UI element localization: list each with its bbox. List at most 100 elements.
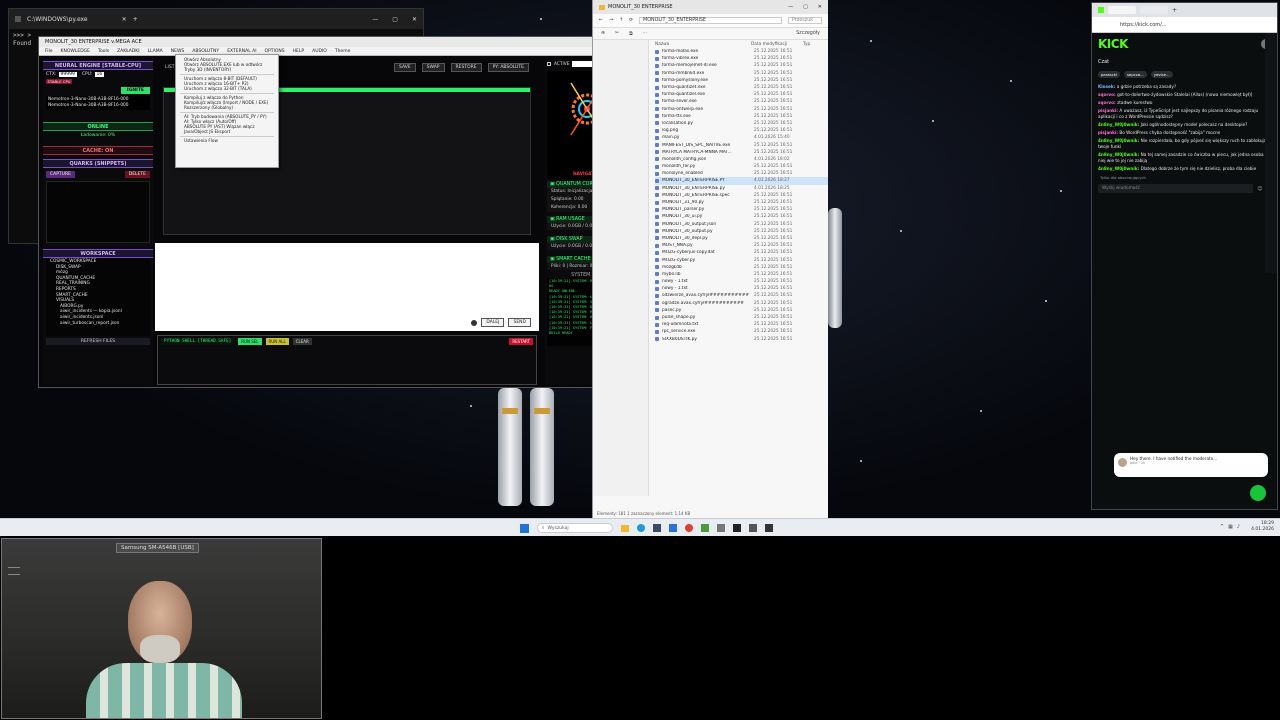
forward-icon[interactable]: → xyxy=(609,18,613,23)
workspace-tree[interactable]: COSMIC_WORKSPACE DISK_SWAP mózg QUANTUM_CAC… xyxy=(46,258,150,336)
volume-icon[interactable]: ♪ xyxy=(1237,524,1240,530)
maximize-icon[interactable]: ▢ xyxy=(803,4,808,10)
menu-item[interactable]: LLAMA xyxy=(148,49,163,54)
file-row[interactable]: req-ułamnota.txt 25.12.2025 16:51 xyxy=(655,321,828,328)
menu-item[interactable]: OPTIONS xyxy=(265,49,285,54)
file-row[interactable]: mózgŁdb 25.12.2025 16:51 xyxy=(655,264,828,271)
file-row[interactable]: MONOLIT_30_ENTERPRISE.spec 25.12.2025 16:… xyxy=(655,192,828,199)
monolit-app-window[interactable]: MONOLIT_30 ENTERPRISE v.MEGA ACE — ▢ ✕ F… xyxy=(38,36,634,388)
menu-item[interactable]: KNOWLEDGE xyxy=(61,49,90,54)
file-list[interactable]: forma-mołas.exe 25.12.2025 16:51 forma-vib… xyxy=(655,48,828,343)
minimize-icon[interactable]: — xyxy=(788,4,793,10)
file-row[interactable]: forma-memojemet-dl.exe 25.12.2025 16:51 xyxy=(655,62,828,69)
close-icon[interactable]: ✕ xyxy=(818,4,822,10)
send-button[interactable]: SEND xyxy=(508,318,531,327)
col-name[interactable]: Nazwa xyxy=(655,42,751,47)
python-shell[interactable]: PYTHON SHELL [THREAD SAFE] RUN SEL RUN A… xyxy=(157,335,537,385)
address-bar[interactable]: MONOLIT_30_ENTERPRISE xyxy=(639,17,782,24)
app-titlebar[interactable]: MONOLIT_30 ENTERPRISE v.MEGA ACE — ▢ ✕ xyxy=(39,37,633,47)
more-icon[interactable]: ⋯ xyxy=(643,31,648,36)
menu-item[interactable]: HELP xyxy=(293,49,304,54)
model-list[interactable]: Nemotron-3-Nano-30B-A3B-8F16-000 Nemotro… xyxy=(46,96,150,110)
copy-icon[interactable]: ⧉ xyxy=(629,31,632,37)
minimize-icon[interactable]: — xyxy=(372,16,378,23)
chat-message[interactable]: sqorvo: got-to-dolertwo-żydowskie Stalel… xyxy=(1092,91,1277,99)
chat-message[interactable]: pisjanki: Bo WordPress chyba dostępność … xyxy=(1092,129,1277,137)
new-icon[interactable]: ⊕ xyxy=(601,31,605,36)
file-row[interactable]: MONOLIT_31_90.py 25.12.2025 16:51 xyxy=(655,199,828,206)
file-row[interactable]: MONOLIT_30_ENTERPRISE.py 4.01.2026 18:25 xyxy=(655,185,828,192)
address-bar[interactable]: https://kick.com/... xyxy=(1092,17,1277,33)
chrome-taskbar-icon[interactable] xyxy=(685,524,693,532)
store-taskbar-icon[interactable] xyxy=(653,524,661,532)
file-row[interactable]: forma-mmbnkd.exe 25.12.2025 16:51 xyxy=(655,70,828,77)
file-row[interactable]: odzwierze_avax.cyfrył########### 25.12.20… xyxy=(655,292,828,299)
file-row[interactable]: MONOLIT_30_output.py 25.12.2025 16:51 xyxy=(655,228,828,235)
restore-button[interactable]: RESTORE xyxy=(450,62,482,72)
capture-button[interactable]: CAPTURE xyxy=(46,171,75,178)
file-row[interactable]: main.py 4.01.2026 15:40 xyxy=(655,134,828,141)
explorer-titlebar[interactable]: MONOLIT_30 ENTERPRISE — ▢ ✕ xyxy=(593,0,828,14)
menu-item[interactable]: Tools xyxy=(98,49,109,54)
file-row[interactable]: forma-ontwerp.exe 25.12.2025 16:51 xyxy=(655,106,828,113)
file-row[interactable]: forma-mołas.exe 25.12.2025 16:51 xyxy=(655,48,828,55)
input-area[interactable]: DALEJ SEND xyxy=(155,243,539,331)
run-sel-button[interactable]: RUN SEL xyxy=(238,338,262,345)
gifter-pill[interactable]: yevise... xyxy=(1150,70,1173,78)
py-absolute-button[interactable]: PY: ABSOLUTE xyxy=(487,62,529,72)
view-details-button[interactable]: Szczegóły xyxy=(796,31,820,36)
browser-window[interactable]: + https://kick.com/... KICK Czat ⋮ paras… xyxy=(1091,2,1278,510)
file-row[interactable]: localisation.py 25.12.2025 16:51 xyxy=(655,120,828,127)
menu-item[interactable]: Theme xyxy=(335,49,351,54)
menu-item[interactable]: File xyxy=(45,49,53,54)
terminal-titlebar[interactable]: C:\WINDOWS\py.exe ✕ + — ▢ ✕ xyxy=(9,9,423,29)
file-explorer-window[interactable]: MONOLIT_30 ENTERPRISE — ▢ ✕ ← → ↑ ⟳ MONO… xyxy=(592,0,828,518)
chat-username[interactable]: 4n8ny_W0j0wnik: xyxy=(1098,152,1139,157)
file-row[interactable]: forma-tts.exe 25.12.2025 16:51 xyxy=(655,113,828,120)
app-taskbar-icon[interactable] xyxy=(749,524,757,532)
clock-date[interactable]: 4.01.2026 xyxy=(1251,527,1274,533)
chat-username[interactable]: sqorvo: xyxy=(1098,92,1116,97)
absolutny-dropdown-menu[interactable]: Otwórz Absolutny Otwórz ABSOLUTE.EXE lub … xyxy=(175,54,279,168)
file-row[interactable]: mybo.lib 25.12.2025 16:51 xyxy=(655,271,828,278)
run-all-button[interactable]: RUN ALL xyxy=(265,338,289,345)
maximize-icon[interactable]: ▢ xyxy=(392,16,398,23)
file-row[interactable]: forma-sever.exe 25.12.2025 16:51 xyxy=(655,98,828,105)
menu-item[interactable]: NEWS xyxy=(171,49,185,54)
cpu-input[interactable]: 16 xyxy=(94,72,105,77)
file-row[interactable]: ogradze.avax.cyfrył########### 25.12.2025… xyxy=(655,300,828,307)
menu-item[interactable]: AUDIO xyxy=(312,49,327,54)
kick-logo[interactable]: KICK xyxy=(1098,37,1128,51)
file-row[interactable]: MONOLIT_parser.py 25.12.2025 16:51 xyxy=(655,206,828,213)
close-tab-icon[interactable]: ✕ xyxy=(122,16,127,23)
app-taskbar-icon[interactable] xyxy=(669,524,677,532)
file-row[interactable]: forma-vibrex.exe 25.12.2025 16:51 xyxy=(655,55,828,62)
file-row[interactable]: nowy - 1.txt 25.12.2025 16:51 xyxy=(655,285,828,292)
up-icon[interactable]: ↑ xyxy=(619,18,623,23)
file-row[interactable]: monolith_config.json 4.01.2026 18:02 xyxy=(655,156,828,163)
file-row[interactable]: MONOLIT_30_ui.py 25.12.2025 16:51 xyxy=(655,213,828,220)
emote-icon[interactable]: ☺ xyxy=(1257,186,1262,192)
file-row[interactable]: forma-quantizet.exe 25.12.2025 16:51 xyxy=(655,84,828,91)
chat-message[interactable]: 4n8ny_W0j0wnik: Na tej samej zasadzie co… xyxy=(1092,151,1277,165)
chat-username[interactable]: Klosek: xyxy=(1098,84,1115,89)
edge-taskbar-icon[interactable] xyxy=(637,524,645,532)
file-row[interactable]: SIXXB0DSTIK.py 25.12.2025 16:51 xyxy=(655,336,828,343)
dropdown-menu-item[interactable]: Tryby 3D (INVENTORY) xyxy=(176,67,278,72)
navigation-pane[interactable] xyxy=(593,40,649,496)
chat-message[interactable]: sqorvo: ztadwe kurestwo xyxy=(1092,99,1277,107)
model-item[interactable]: Nemotron-3-Nano-30B-A3B-8F16-000 xyxy=(48,103,148,109)
new-tab-icon[interactable]: + xyxy=(1172,7,1177,14)
back-icon[interactable]: ← xyxy=(599,18,603,23)
col-date[interactable]: Data modyfikacji xyxy=(751,42,803,47)
chat-username[interactable]: pisjanki: xyxy=(1098,108,1118,113)
menu-item[interactable]: ABSOLUTNY xyxy=(192,49,219,54)
ctx-input[interactable]: 99999 xyxy=(58,72,77,77)
explorer-search[interactable]: Przeszuk xyxy=(788,17,822,24)
chat-message[interactable]: Klosek: a gdzie potrzeba są zasady? xyxy=(1092,83,1277,91)
refresh-icon[interactable]: ⟳ xyxy=(629,18,633,23)
file-row[interactable]: pulse_shape.py 25.12.2025 16:51 xyxy=(655,314,828,321)
dropdown-menu-item[interactable]: Ustawienia Flow xyxy=(176,138,278,143)
chat-username[interactable]: 4n8ny_W0j0wnik: xyxy=(1098,166,1139,171)
file-row[interactable]: monolyne_enabled 25.12.2025 16:51 xyxy=(655,170,828,177)
